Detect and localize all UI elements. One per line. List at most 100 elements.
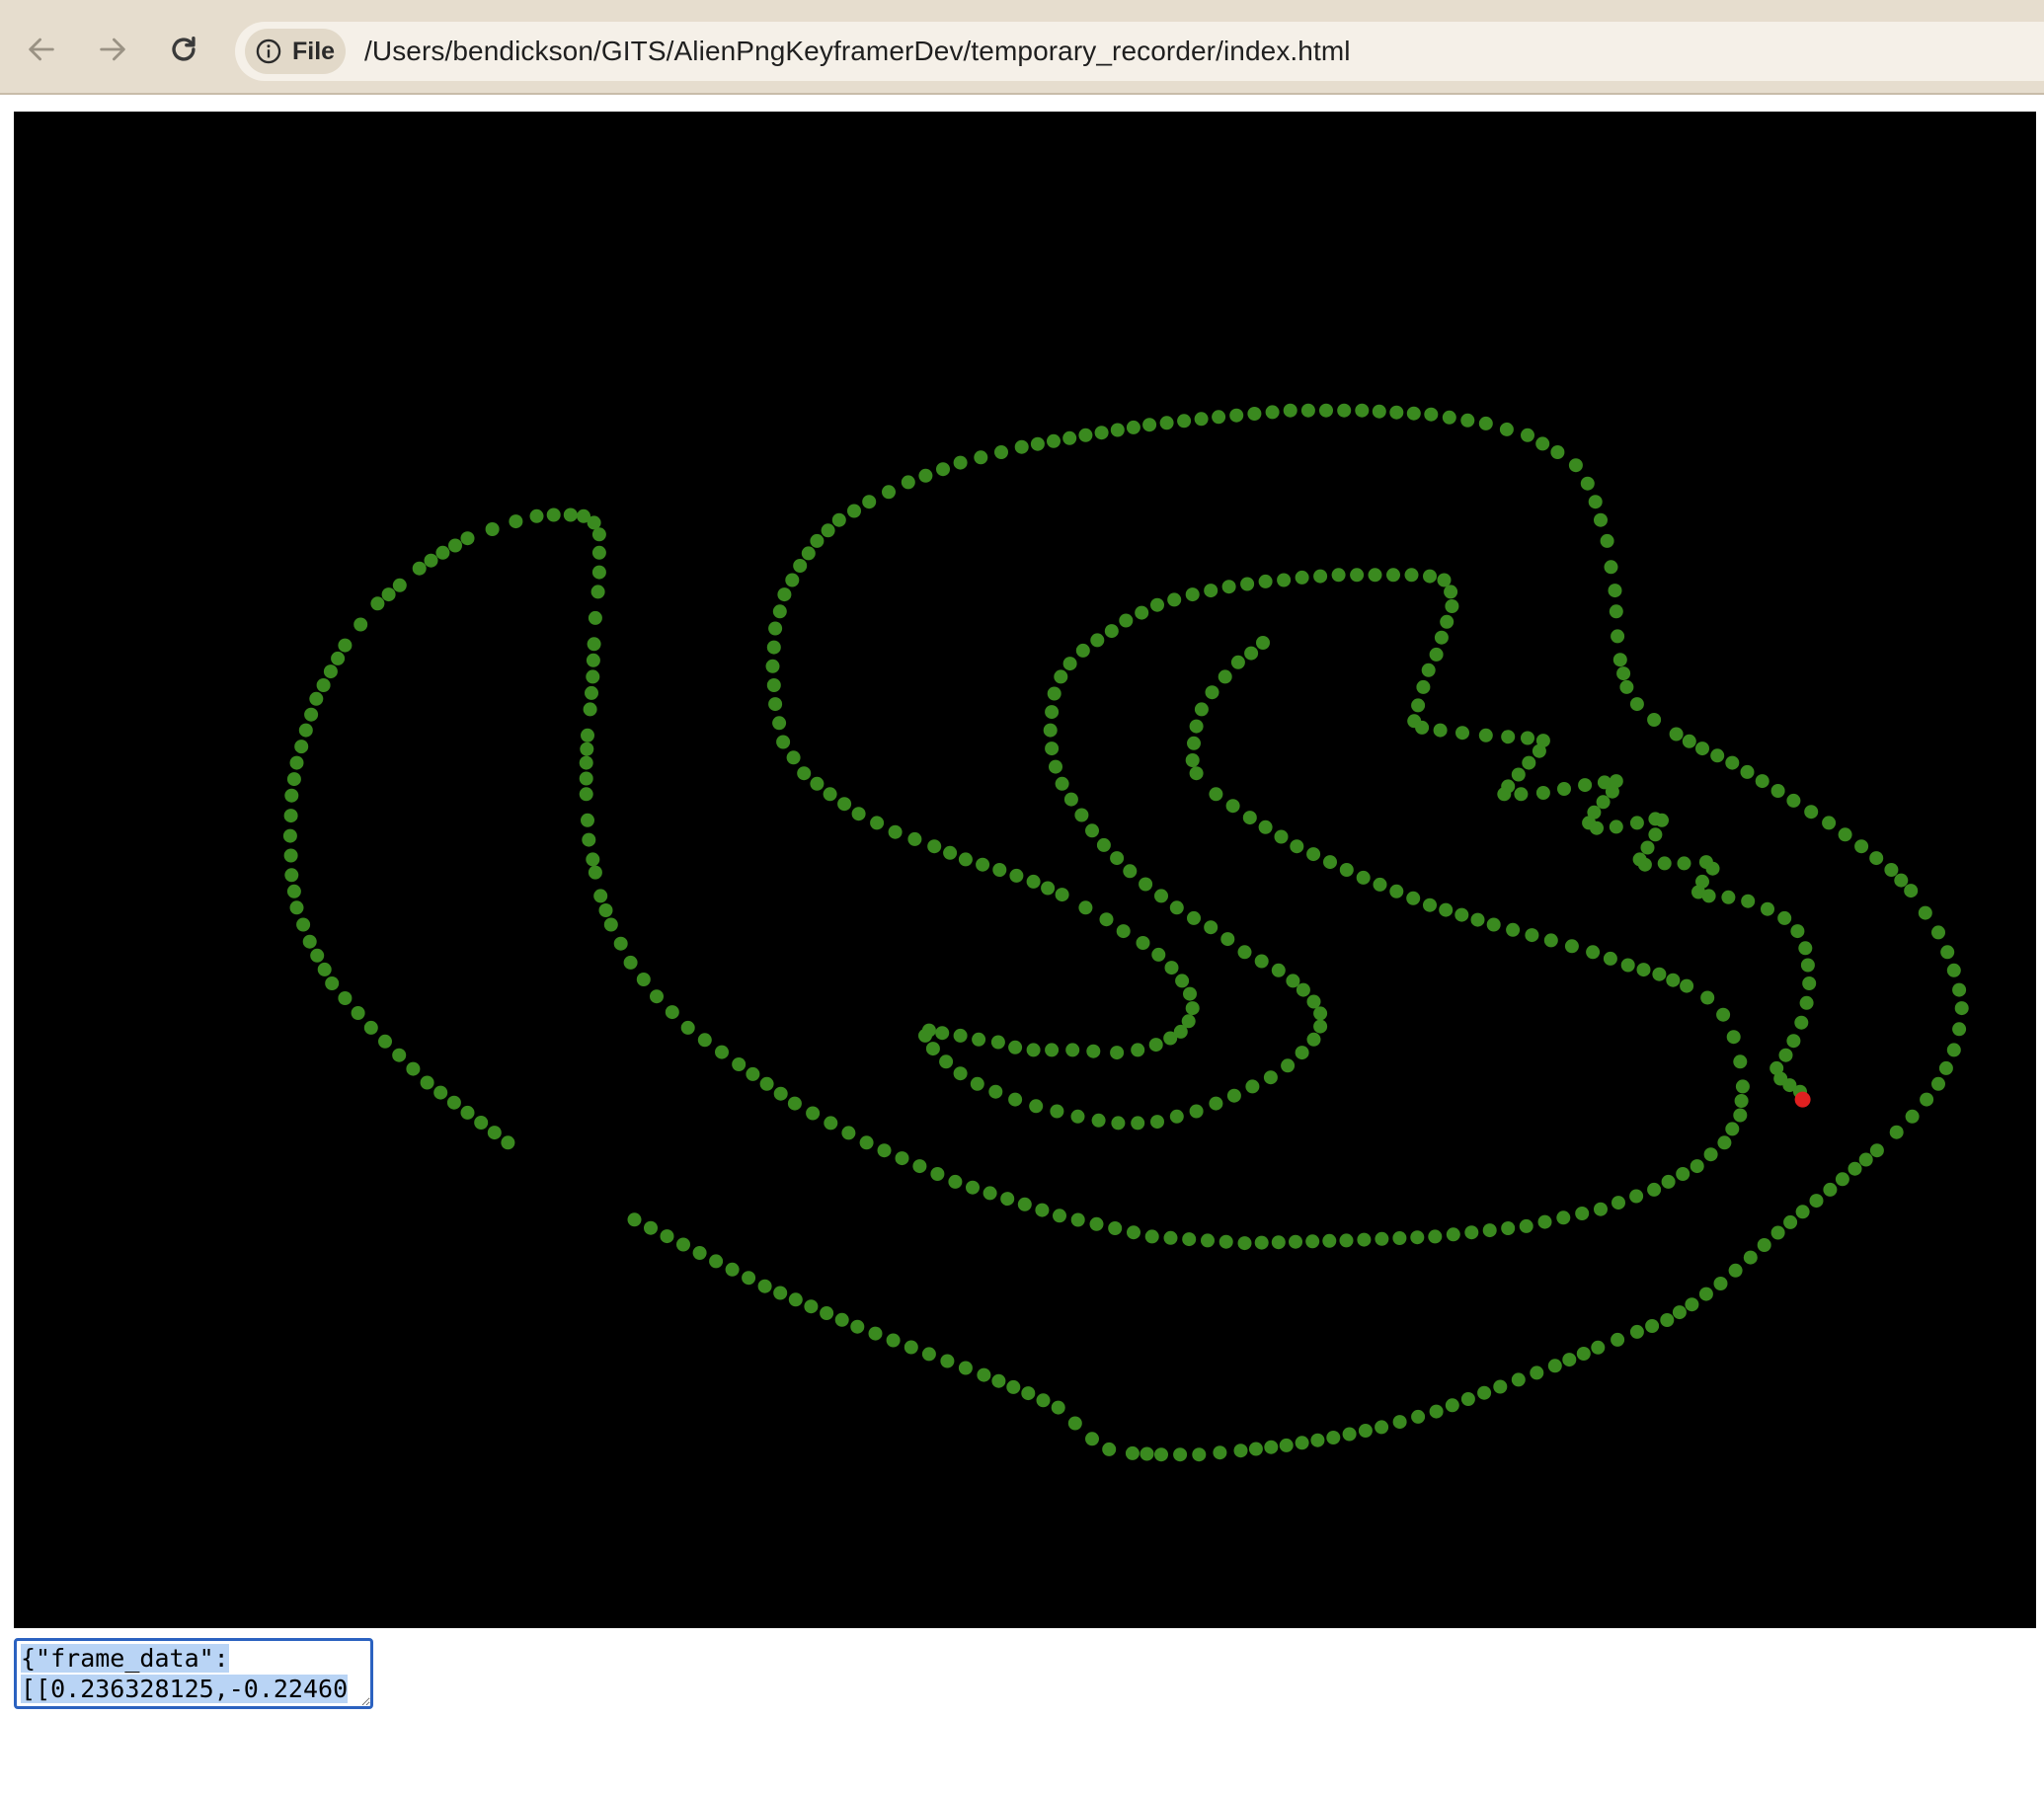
trail-point: [1761, 901, 1774, 916]
trail-point: [1086, 1044, 1101, 1058]
trail-point: [433, 1085, 448, 1100]
trail-point: [1952, 982, 1967, 997]
trail-point: [284, 788, 299, 803]
trail-point: [907, 831, 922, 846]
trail-point: [1519, 1218, 1533, 1233]
trail-point: [1189, 1104, 1204, 1119]
trail-point: [1213, 1445, 1227, 1460]
trail-point: [821, 523, 835, 538]
trail-point: [1116, 924, 1131, 939]
back-button[interactable]: [20, 28, 63, 71]
trail-point: [1295, 1436, 1309, 1450]
trail-point: [1296, 982, 1310, 997]
trail-point: [1204, 920, 1219, 935]
trail-point: [1511, 767, 1526, 782]
trail-point: [1406, 891, 1421, 905]
trail-point: [1741, 894, 1756, 908]
trail-point: [298, 723, 313, 738]
trail-point: [1319, 403, 1333, 418]
trail-point: [1350, 568, 1365, 583]
forward-button[interactable]: [91, 28, 134, 71]
trail-point: [1163, 1031, 1178, 1046]
trail-point: [859, 1135, 874, 1150]
trail-point: [1725, 1122, 1740, 1136]
trail-point: [1700, 990, 1715, 1005]
trail-point: [1838, 827, 1852, 842]
trail-point: [732, 1057, 747, 1071]
trail-point: [1501, 1221, 1516, 1235]
trail-point: [1065, 1043, 1080, 1057]
trail-point: [1497, 787, 1512, 802]
trail-point: [331, 651, 346, 665]
trail-point: [1017, 1197, 1032, 1211]
trail-point: [1713, 1277, 1728, 1290]
trail-point: [773, 1286, 788, 1300]
trail-point: [1575, 1207, 1590, 1220]
trail-point: [627, 1212, 642, 1227]
trail-point: [1611, 1332, 1625, 1347]
trail-point: [1660, 1313, 1675, 1327]
reload-icon: [172, 36, 196, 61]
trail-point: [912, 1159, 927, 1174]
site-info-label: File: [292, 37, 336, 65]
trail-point: [1823, 1182, 1838, 1197]
trail-point: [1822, 816, 1837, 830]
trail-point: [1271, 963, 1286, 977]
trail-point: [591, 565, 606, 580]
trail-point: [1075, 643, 1090, 658]
trail-point: [1102, 1442, 1117, 1456]
site-info-chip[interactable]: File: [245, 29, 346, 74]
trail-point: [289, 900, 304, 915]
trail-point: [1645, 1319, 1660, 1333]
trail-point: [1648, 827, 1663, 842]
trail-point: [921, 1347, 936, 1362]
trail-point: [1594, 512, 1608, 527]
url-text[interactable]: /Users/bendickson/GITS/AlienPngKeyframer…: [364, 36, 1351, 67]
trail-point: [886, 1333, 901, 1348]
trail-point: [1600, 533, 1614, 548]
trail-point: [286, 772, 301, 787]
trail-point: [1532, 743, 1546, 758]
trail-point: [1254, 954, 1269, 969]
trail-point: [310, 948, 325, 963]
trail-point: [460, 1105, 475, 1120]
trail-point: [593, 889, 608, 903]
trail-point: [1123, 864, 1138, 879]
trail-point: [1030, 436, 1045, 451]
trail-point: [862, 495, 877, 509]
trail-point: [930, 1167, 945, 1181]
recorder-canvas[interactable]: [14, 112, 2036, 1628]
trail-point: [338, 638, 353, 653]
trail-point: [636, 973, 651, 986]
trail-point: [1230, 655, 1245, 669]
trail-point: [1108, 1221, 1123, 1235]
address-bar[interactable]: File /Users/bendickson/GITS/AlienPngKeyf…: [235, 22, 2044, 81]
frame-data-output[interactable]: {"frame_data": [[0.236328125,-0.22460: [14, 1638, 373, 1709]
trail-point: [1126, 420, 1140, 434]
trail-point: [1090, 633, 1105, 648]
trail-point: [1212, 410, 1226, 425]
trail-point: [1337, 403, 1352, 418]
trail-point: [766, 640, 781, 655]
reload-button[interactable]: [162, 28, 205, 71]
trail-point: [1556, 1210, 1571, 1225]
trail-point: [1194, 702, 1209, 717]
trail-point: [772, 716, 787, 731]
trail-point: [958, 852, 973, 867]
trail-point: [1682, 734, 1696, 748]
trail-point: [1055, 776, 1069, 791]
trail-point: [1264, 1440, 1279, 1454]
trail-point: [487, 1126, 502, 1140]
trail-point: [644, 1220, 658, 1235]
trail-point: [868, 1326, 883, 1341]
trail-point: [582, 832, 596, 847]
trail-point: [580, 741, 594, 756]
trail-point: [1931, 1076, 1945, 1091]
trail-point: [1847, 1161, 1862, 1176]
trail-point: [1070, 1212, 1085, 1227]
trail-point: [1035, 1203, 1050, 1217]
trail-point: [1594, 1202, 1608, 1216]
trail-point: [1205, 685, 1219, 700]
trail-point: [665, 1005, 679, 1020]
trail-point: [1201, 1233, 1215, 1248]
